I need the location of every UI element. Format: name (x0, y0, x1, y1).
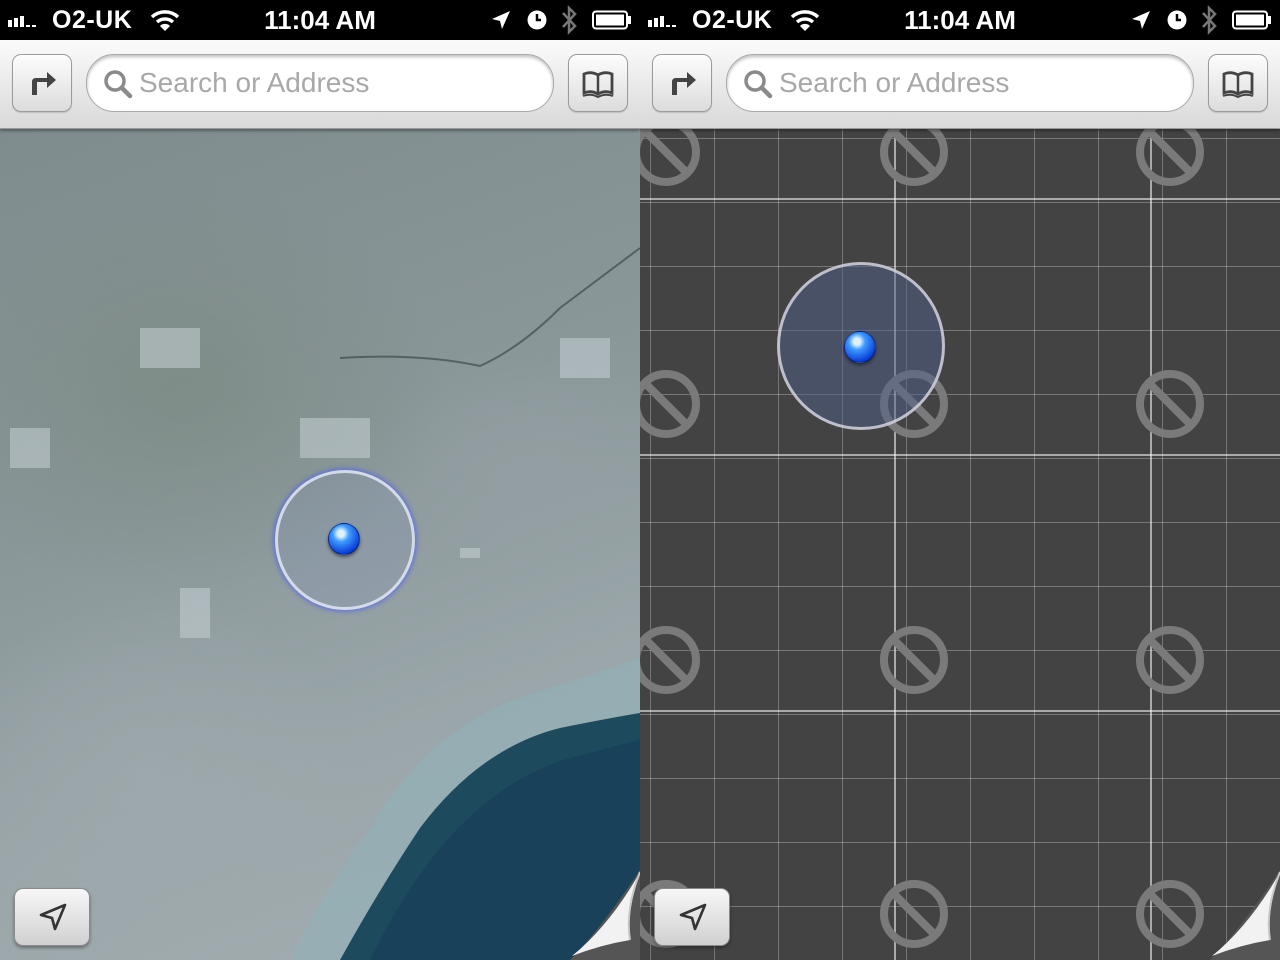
location-arrow-icon (1132, 11, 1150, 29)
directions-arrow-icon (32, 72, 56, 95)
directions-button[interactable] (652, 54, 712, 112)
unloaded-map-grid[interactable] (640, 128, 1280, 960)
phone-screen-satellite: O2-UK 11:04 AM (0, 0, 640, 960)
directions-arrow-icon (672, 72, 696, 95)
bluetooth-icon (562, 5, 577, 35)
phone-screen-standard: O2-UK 11:04 AM (640, 0, 1280, 960)
no-entry-icon (1136, 880, 1204, 948)
no-entry-icon (880, 626, 948, 694)
search-icon (744, 70, 773, 99)
current-location-dot[interactable] (328, 523, 360, 555)
toolbar (0, 40, 640, 129)
directions-button[interactable] (12, 54, 72, 112)
search-icon (104, 70, 133, 99)
book-icon (582, 71, 614, 99)
alarm-clock-icon (1167, 10, 1187, 30)
status-bar: O2-UK 11:04 AM (0, 0, 640, 40)
no-entry-icon (880, 128, 948, 186)
alarm-clock-icon (527, 10, 547, 30)
search-field[interactable] (86, 54, 554, 112)
no-entry-icon (640, 128, 700, 186)
bookmarks-button[interactable] (568, 54, 628, 112)
location-arrow-icon (679, 903, 707, 931)
no-entry-icon (1136, 128, 1204, 186)
current-location-dot[interactable] (844, 331, 876, 363)
current-location-button[interactable] (14, 888, 90, 946)
page-curl-icon[interactable] (570, 870, 640, 960)
no-entry-icon (1136, 626, 1204, 694)
bluetooth-icon (1202, 5, 1217, 35)
search-input[interactable] (139, 63, 539, 103)
bookmarks-button[interactable] (1208, 54, 1268, 112)
current-location-button[interactable] (654, 888, 730, 946)
toolbar (640, 40, 1280, 129)
search-field[interactable] (726, 54, 1194, 112)
search-input[interactable] (779, 63, 1179, 103)
no-entry-icon (880, 880, 948, 948)
no-entry-icon (640, 370, 700, 438)
satellite-map[interactable] (0, 128, 640, 960)
location-arrow-icon (39, 903, 67, 931)
battery-icon (592, 10, 631, 30)
status-bar: O2-UK 11:04 AM (640, 0, 1280, 40)
battery-icon (1232, 10, 1271, 30)
no-entry-icon (1136, 370, 1204, 438)
location-arrow-icon (492, 11, 510, 29)
no-entry-icon (640, 626, 700, 694)
book-icon (1222, 71, 1254, 99)
page-curl-icon[interactable] (1210, 870, 1280, 960)
